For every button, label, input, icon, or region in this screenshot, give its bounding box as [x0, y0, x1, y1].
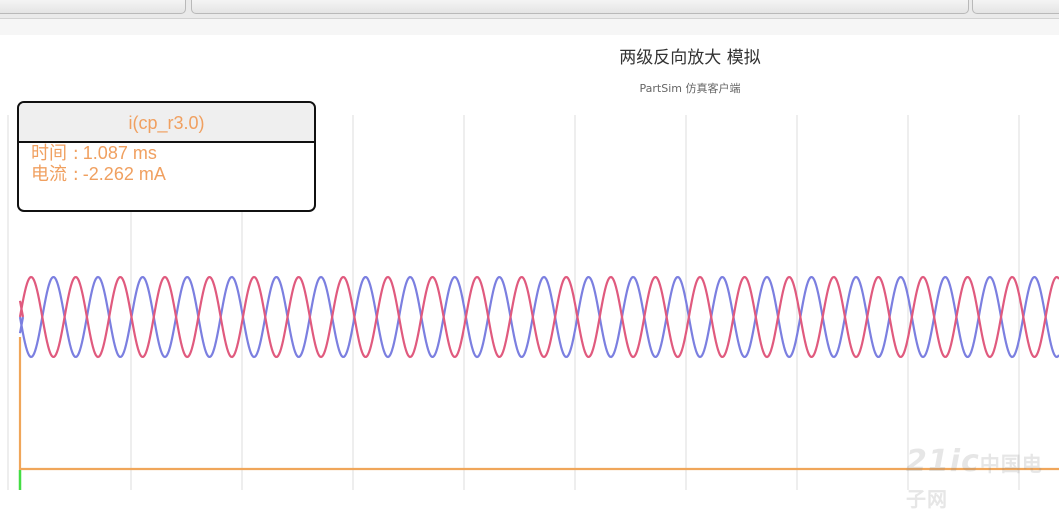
tooltip-current-value: -2.262 mA [82, 164, 166, 184]
tooltip-current-row: 电流 : -2.262 mA [19, 164, 314, 185]
tooltip-time-value: 1.087 ms [82, 143, 157, 163]
series-line-2 [18, 337, 1059, 471]
tooltip-current-label: 电流 : [31, 164, 79, 185]
tooltip-time-label: 时间 : [31, 143, 79, 164]
tooltip-time-row: 时间 :1.087 ms [19, 143, 314, 164]
watermark-logo: 21ic中国电子网 [906, 444, 1056, 511]
watermark-text: 21ic [906, 444, 980, 479]
tooltip-series-name: i(cp_r3.0) [19, 103, 314, 143]
data-tooltip: i(cp_r3.0) 时间 :1.087 ms 电流 : -2.262 mA [17, 101, 316, 212]
chart-plot[interactable] [0, 0, 1059, 490]
chart-subtitle: PartSim 仿真客户端 [639, 82, 741, 95]
series-line-1 [18, 275, 1059, 359]
chart-title: 两级反向放大 模拟 [619, 48, 761, 68]
